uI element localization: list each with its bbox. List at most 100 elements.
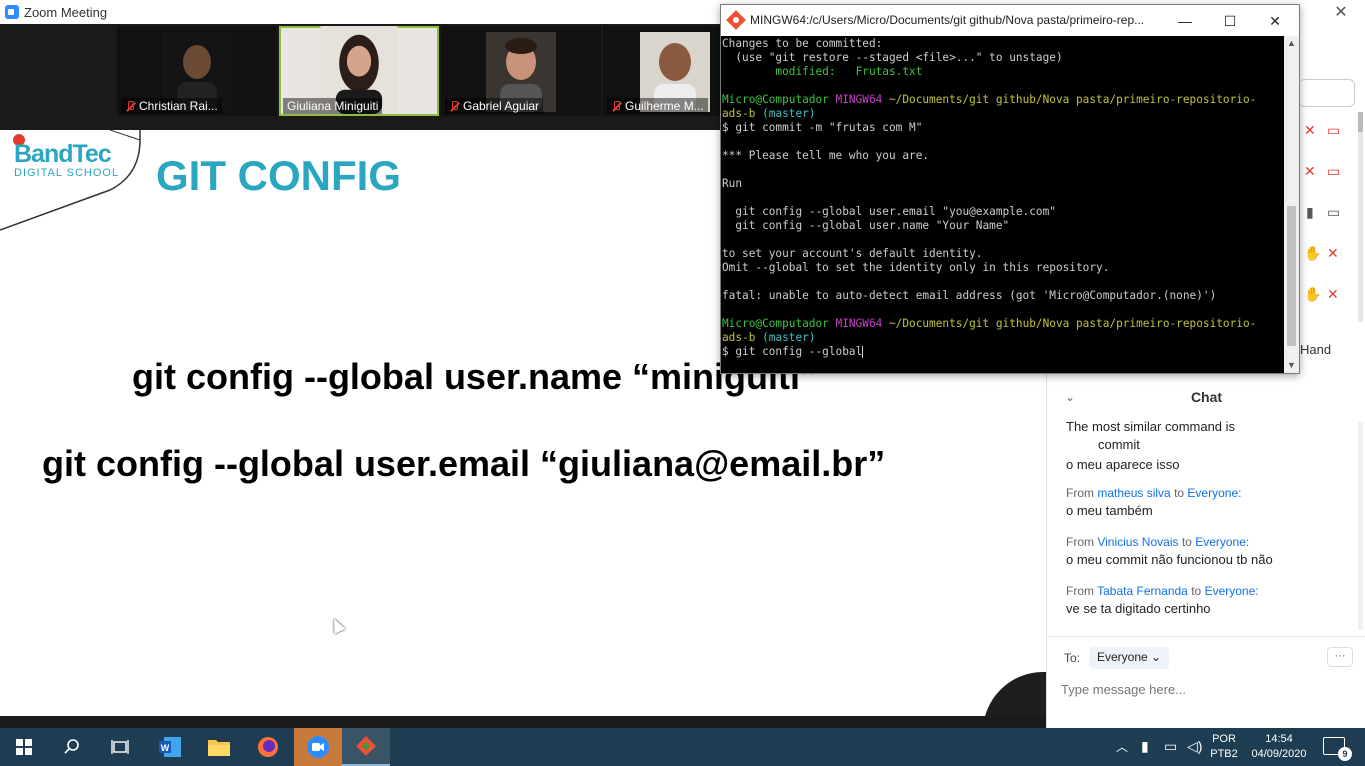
git-icon [726,10,746,30]
video-tile[interactable]: Guilherme M... [603,26,720,116]
scrollbar-thumb[interactable] [1287,206,1296,346]
terminal-text: (master) [755,107,816,120]
terminal-line: Micro@Computador MINGW64 ~/Documents/git… [722,317,1284,331]
lower-hand-button[interactable]: Hand [1300,342,1331,357]
terminal-text: ~/Documents/git github/Nova pasta/primei… [888,93,1257,106]
chat-message-text: ve se ta digitado certinho [1066,601,1211,616]
chevron-up-icon[interactable]: ︿ [1116,738,1128,755]
terminal-text: ads-b [722,331,756,344]
terminal-line: ads-b (master) [722,331,1284,345]
chat-header: ⌄ Chat [1047,386,1365,410]
terminal-line: to set your account's default identity. [722,247,1284,261]
terminal-text: (use "git restore --staged <file>..." to… [722,51,1063,64]
tile-label: Guilherme M... [607,98,708,114]
clock[interactable]: 14:54 04/09/2020 [1244,732,1314,762]
chat-message-text: o meu commit não funcionou tb não [1066,552,1273,567]
volume-icon[interactable]: ◁) [1187,738,1202,755]
logo-brand: BandTec [14,140,112,168]
participant-name: Gabriel Aguiar [463,99,540,113]
chat-sender-line: From Tabata Fernanda to Everyone: [1066,584,1356,598]
screen: Zoom Meeting ✕ Christian Rai... Giuliana… [0,0,1365,766]
language-indicator[interactable]: POR PTB2 [1206,732,1242,762]
muted-mic-icon [611,100,621,112]
file-explorer-icon[interactable] [195,728,243,766]
video-tile[interactable]: Christian Rai... [117,26,277,116]
language-code: POR [1212,733,1236,745]
word-app-icon[interactable]: W [146,728,194,766]
sender-name[interactable]: Vinicius Novais [1097,535,1178,549]
task-view-icon[interactable] [96,728,144,766]
microphone-icon[interactable]: ▮ [1141,738,1149,755]
terminal-text: fatal: unable to auto-detect email addre… [722,289,1217,302]
participant-name: Giuliana Miniguiti [287,99,379,113]
close-icon[interactable]: ✕ [1253,9,1297,33]
video-tile-active[interactable]: Giuliana Miniguiti [279,26,439,116]
from-label: From [1066,535,1094,549]
participant-search-input[interactable] [1299,79,1355,107]
terminal-line: ads-b (master) [722,107,1284,121]
terminal-scrollbar[interactable]: ▲ ▼ [1284,36,1299,373]
terminal-text: *** Please tell me who you are. [722,149,930,162]
participants-scrollbar[interactable] [1358,112,1363,322]
terminal-line: $ git commit -m "frutas com M" [722,121,1284,135]
video-strip: Christian Rai... Giuliana Miniguiti Gabr… [0,24,720,130]
terminal-text: Changes to be committed: [722,37,883,50]
terminal-line: $ git config --global [722,345,1284,359]
terminal-line: *** Please tell me who you are. [722,149,1284,163]
sender-name[interactable]: Tabata Fernanda [1097,584,1188,598]
to-word: to [1174,486,1185,500]
video-off-icon: ▭ [1327,122,1341,138]
zoom-app-icon[interactable] [294,728,342,766]
slide-title: GIT CONFIG [156,152,401,199]
notification-center-icon[interactable]: 9 [1323,737,1352,761]
terminal-text: MINGW64 [835,317,889,330]
keyboard-layout: PTB2 [1210,748,1238,760]
windows-logo-icon [16,739,32,755]
chat-message: From Tabata Fernanda to Everyone: ve se … [1066,584,1356,616]
zoom-window-title: Zoom Meeting [24,4,108,20]
terminal-line: Omit --global to set the identity only i… [722,261,1284,275]
chat-message-input[interactable] [1061,677,1351,701]
terminal-line: Run [722,177,1284,191]
mouse-cursor-icon [328,616,346,634]
minimize-icon[interactable]: — [1163,9,1207,33]
chat-message-text: o meu também [1066,503,1153,518]
firefox-icon[interactable] [244,728,292,766]
chat-message: From matheus silva to Everyone: o meu ta… [1066,486,1356,518]
more-options-button[interactable]: ··· [1327,647,1353,667]
git-bash-window[interactable]: MINGW64:/c/Users/Micro/Documents/git git… [720,4,1300,374]
scroll-up-icon[interactable]: ▲ [1284,36,1299,51]
close-icon[interactable]: ✕ [1330,2,1352,22]
terminal-text: Omit --global to set the identity only i… [722,261,1110,274]
terminal-line: fatal: unable to auto-detect email addre… [722,289,1284,303]
scroll-down-icon[interactable]: ▼ [1284,358,1299,373]
to-label: To: [1064,651,1081,665]
terminal-text: MINGW64 [835,93,889,106]
terminal-titlebar[interactable]: MINGW64:/c/Users/Micro/Documents/git git… [721,5,1299,36]
sender-name[interactable]: matheus silva [1097,486,1170,500]
chat-message: o meu aparece isso [1066,454,1356,472]
chat-compose: To: Everyone ⌄ ··· [1047,636,1365,728]
terminal-line: modified: Frutas.txt [722,65,1284,79]
mic-muted-icon: ✕ [1304,163,1316,179]
search-icon[interactable] [48,728,96,766]
slide-command-name: git config --global user.name “miniguiti… [132,356,819,397]
chat-message: The most similar command is commit [1066,416,1356,452]
network-icon[interactable]: ▭ [1164,738,1177,755]
terminal-text: to set your account's default identity. [722,247,983,260]
chat-message-text: The most similar command is [1066,419,1236,434]
start-button[interactable] [0,728,48,766]
chat-sender-line: From Vinicius Novais to Everyone: [1066,535,1356,549]
git-bash-taskbar-icon[interactable] [342,728,390,766]
terminal-output[interactable]: Changes to be committed: (use "git resto… [721,36,1284,373]
tile-label: Giuliana Miniguiti [283,98,383,114]
recipient-dropdown[interactable]: Everyone ⌄ [1089,647,1170,669]
terminal-line: git config --global user.name "Your Name… [722,219,1284,233]
video-tile[interactable]: Gabriel Aguiar [441,26,601,116]
tile-label: Gabriel Aguiar [445,98,544,114]
terminal-line: git config --global user.email "you@exam… [722,205,1284,219]
chat-scrollbar[interactable] [1358,422,1363,630]
mic-muted-icon: ✕ [1327,245,1339,261]
windows-taskbar: W ︿ ▮ ▭ ◁) POR PTB2 14:54 04/09/2020 9 [0,728,1365,766]
maximize-icon[interactable]: ☐ [1208,9,1252,33]
